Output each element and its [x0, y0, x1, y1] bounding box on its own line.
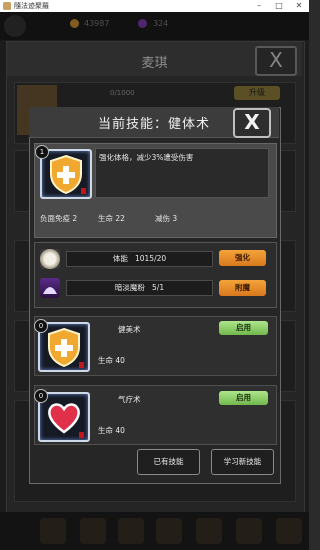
skill-level-badge: 0 [34, 389, 48, 403]
magic-dust-icon [40, 278, 60, 298]
stat-negative-immunity: 负面免疫 2 [40, 214, 78, 223]
skill-description: 强化体格，减少3%遭受伤害 [99, 153, 194, 162]
window-title: 隨法迹聚羅 [14, 2, 49, 10]
enchant-button[interactable]: 附魔 [219, 280, 266, 296]
red-tag-icon [79, 432, 84, 438]
skill-stat: 生命 40 [98, 356, 125, 365]
enable-skill-button[interactable]: 启用 [219, 321, 268, 335]
stat-life: 生命 22 [98, 214, 125, 223]
owned-skills-button[interactable]: 已有技能 [137, 449, 200, 475]
enable-skill-button[interactable]: 启用 [219, 391, 268, 405]
skill-name: 健美术 [118, 325, 141, 334]
current-skill-level-badge: 1 [35, 145, 49, 159]
skill-level-badge: 0 [34, 319, 48, 333]
magic-dust-label: 暗淡魔粉 [114, 283, 145, 292]
close-window-icon[interactable]: ✕ [292, 0, 306, 12]
stamina-orb-icon [40, 249, 60, 269]
maximize-icon[interactable]: □ [272, 0, 286, 12]
magic-dust-value: 5/1 [152, 283, 165, 292]
app-icon [3, 2, 11, 10]
learn-new-skill-button[interactable]: 学习新技能 [211, 449, 274, 475]
skill-stat: 生命 40 [98, 426, 125, 435]
magic-dust-bar: 暗淡魔粉 5/1 [66, 280, 213, 296]
window-titlebar: 隨法迹聚羅 – □ ✕ [0, 0, 309, 12]
stat-damage-reduction: 减伤 3 [155, 214, 178, 223]
stamina-label: 体能 [112, 254, 128, 263]
red-tag-icon [81, 188, 86, 194]
stamina-value: 1015/20 [134, 254, 167, 263]
strengthen-button[interactable]: 强化 [219, 250, 266, 266]
skill-name: 气疗术 [118, 395, 141, 404]
stamina-bar: 体能 1015/20 [66, 251, 213, 267]
minimize-icon[interactable]: – [252, 0, 266, 12]
skill-dialog-close-button[interactable]: X [233, 108, 271, 138]
red-tag-icon [79, 362, 84, 368]
